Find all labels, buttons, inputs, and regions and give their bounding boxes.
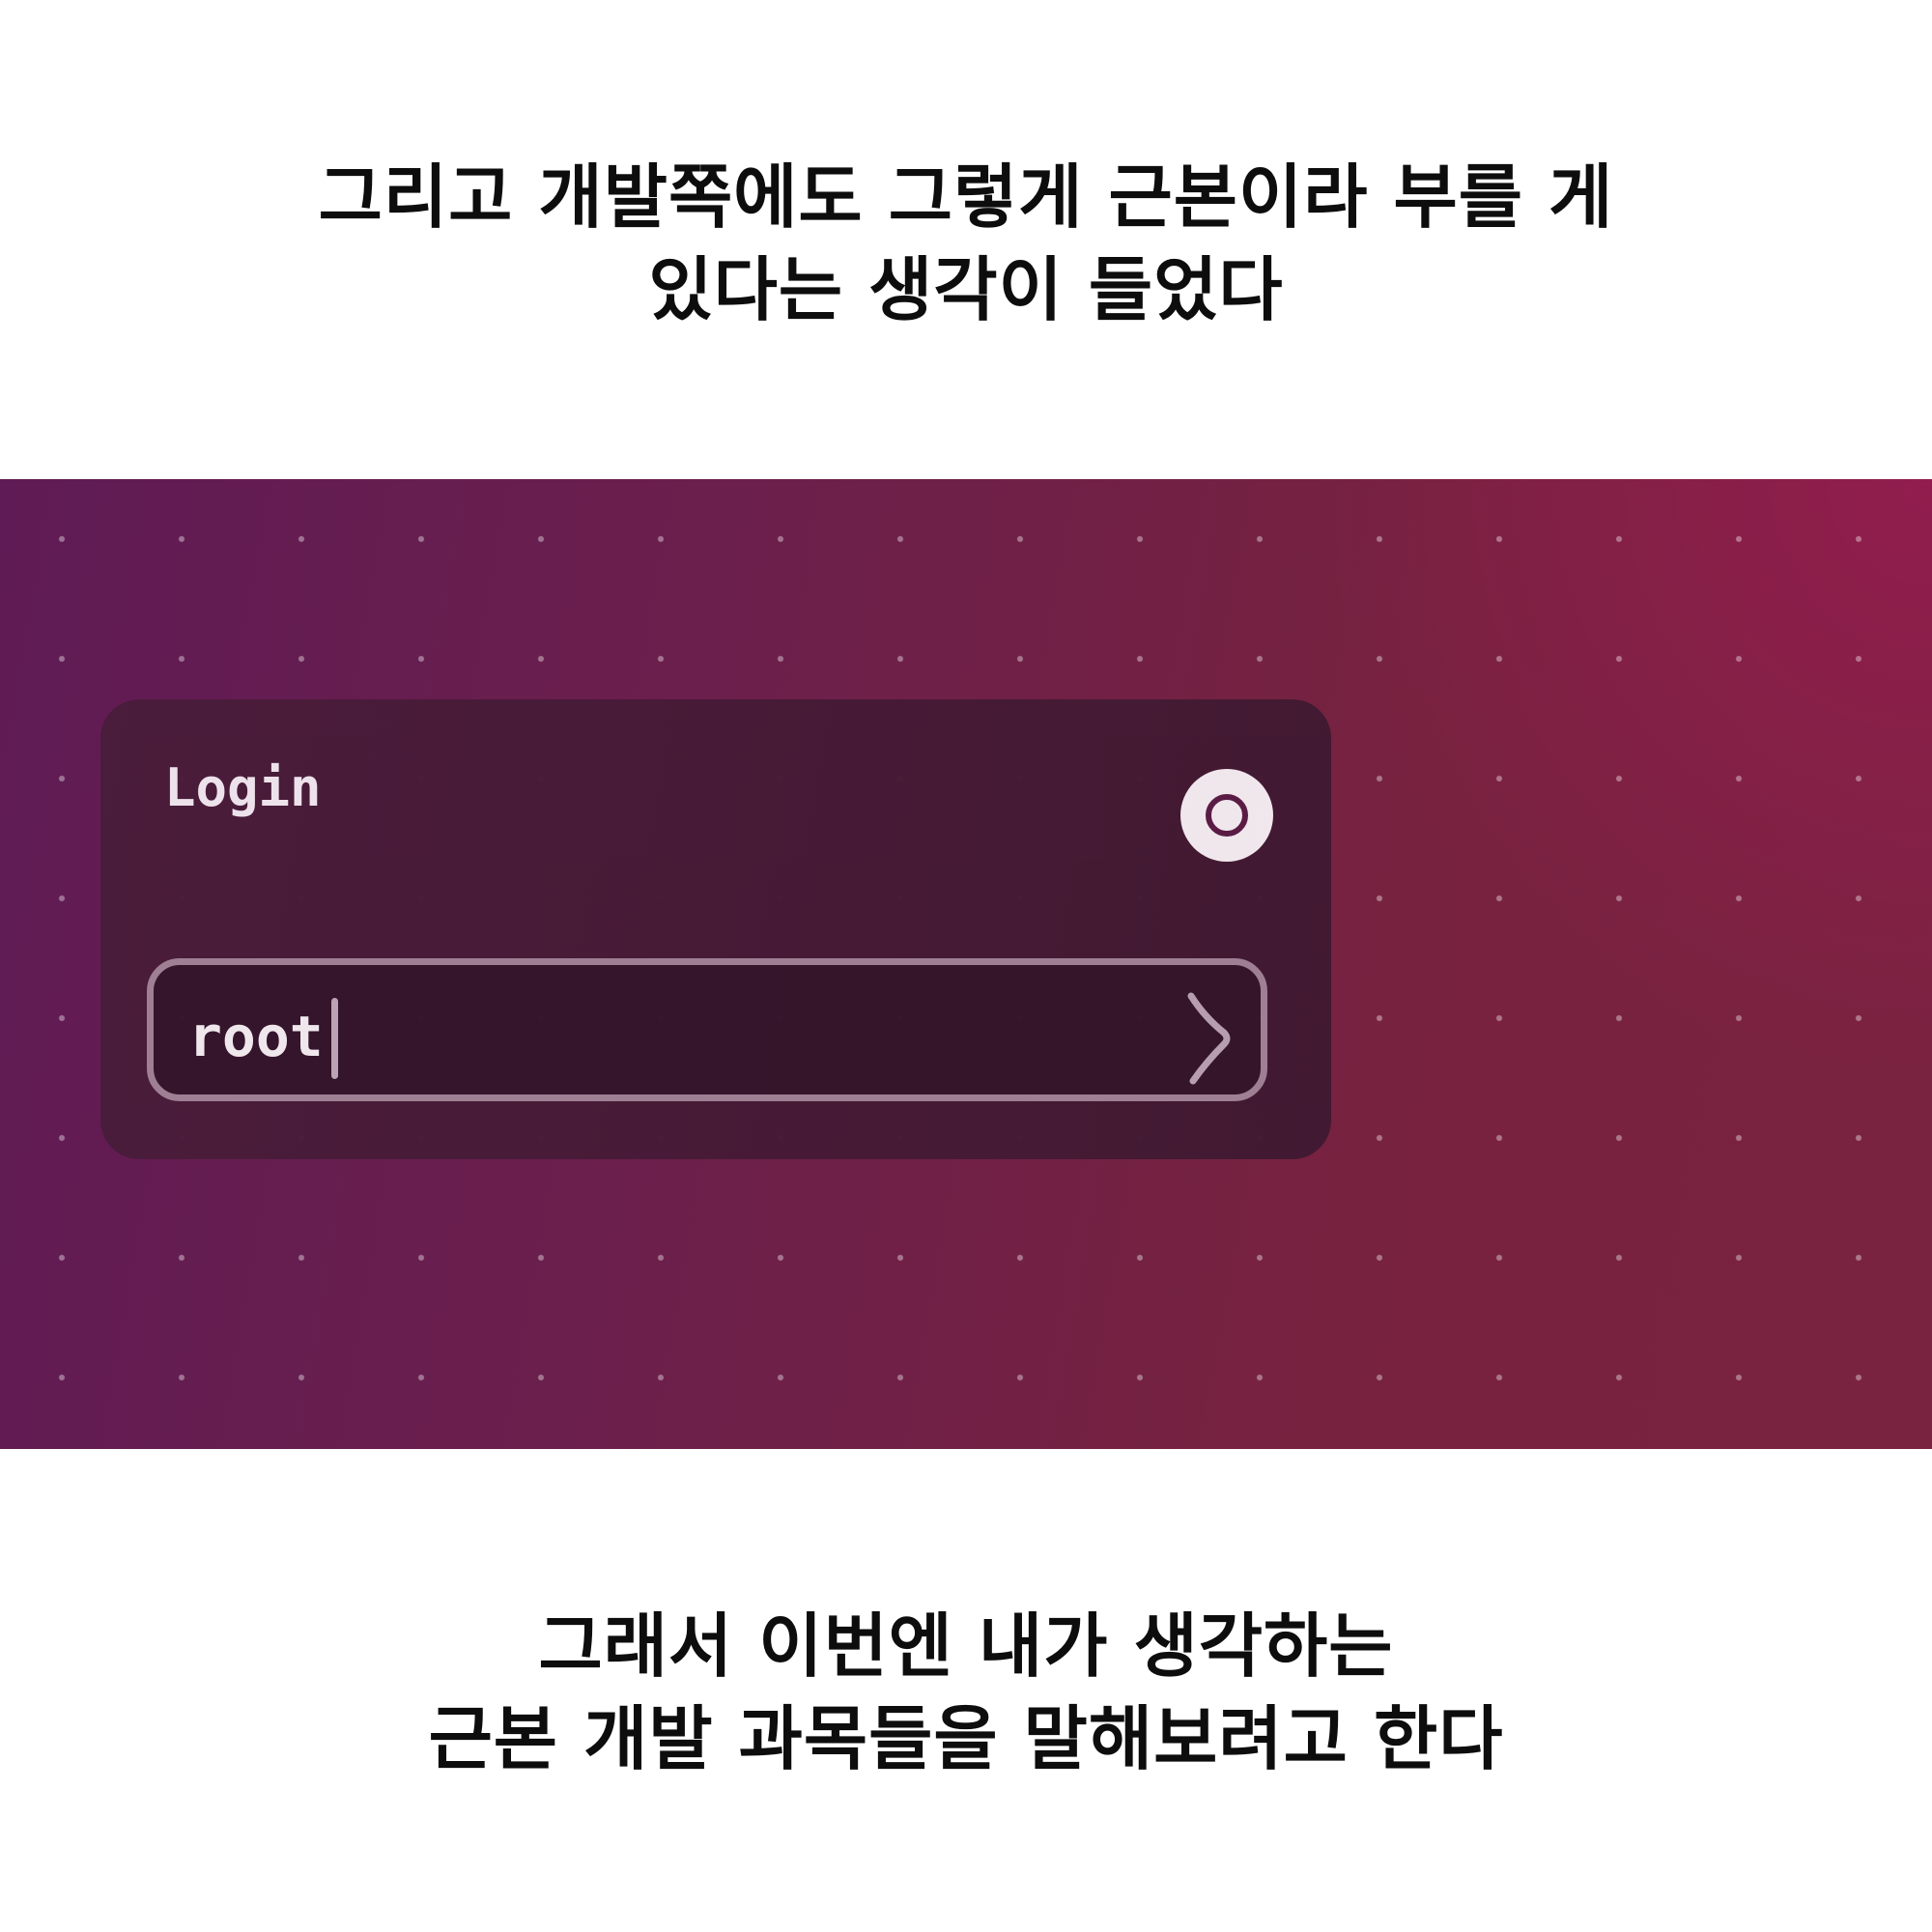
top-caption-line-2: 있다는 생각이 들었다: [648, 249, 1284, 330]
chevron-right-icon[interactable]: [1183, 988, 1241, 1089]
login-card: Login root: [100, 699, 1331, 1159]
login-title: Login: [164, 757, 322, 818]
text-caret: [331, 998, 338, 1079]
username-input[interactable]: root: [147, 958, 1267, 1101]
login-screenshot-banner: Login root: [0, 479, 1932, 1449]
top-caption: 그리고 개발쪽에도 그렇게 근본이라 부를 게 있다는 생각이 들었다: [0, 151, 1932, 336]
page: 그리고 개발쪽에도 그렇게 근본이라 부를 게 있다는 생각이 들었다 Logi…: [0, 0, 1932, 1932]
ring-icon[interactable]: [1180, 769, 1273, 862]
bottom-caption-line-1: 그래서 이번엔 내가 생각하는: [538, 1605, 1394, 1687]
username-input-value[interactable]: root: [188, 1004, 324, 1069]
bottom-caption-line-2: 근본 개발 과목들을 말해보려고 한다: [428, 1698, 1504, 1779]
bottom-caption: 그래서 이번엔 내가 생각하는 근본 개발 과목들을 말해보려고 한다: [0, 1600, 1932, 1785]
top-caption-line-1: 그리고 개발쪽에도 그렇게 근본이라 부를 게: [318, 156, 1614, 238]
